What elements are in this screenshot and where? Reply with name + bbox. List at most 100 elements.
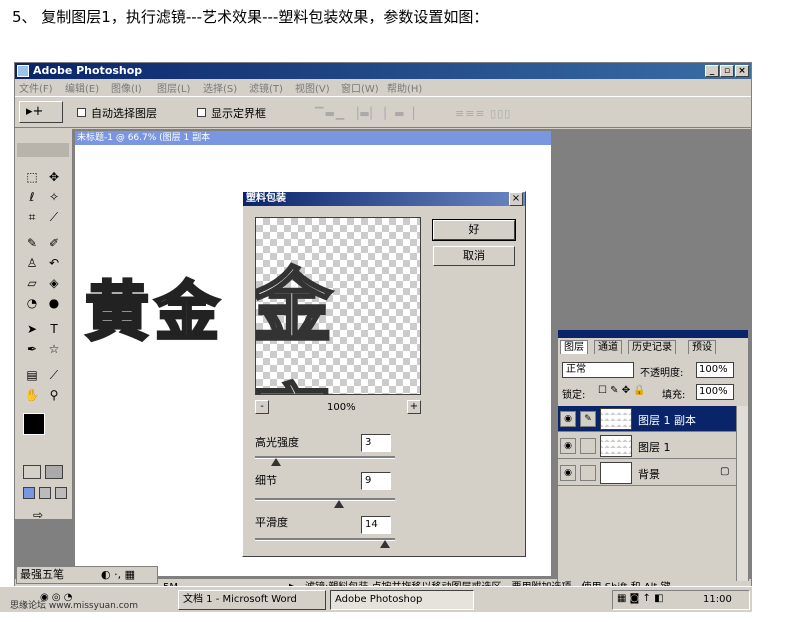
ok-button[interactable]: 好 bbox=[432, 219, 516, 241]
menu-edit[interactable]: 编辑(E) bbox=[65, 80, 99, 95]
highlight-strength-input[interactable]: 3 bbox=[361, 434, 391, 452]
lasso-tool-icon[interactable]: ℓ bbox=[23, 189, 41, 205]
clone-stamp-tool-icon[interactable]: ♙ bbox=[23, 255, 41, 271]
magic-wand-tool-icon[interactable]: ✧ bbox=[45, 189, 63, 205]
filter-preview[interactable]: 金 字 bbox=[255, 217, 421, 395]
marquee-tool-icon[interactable]: ⬚ bbox=[23, 169, 41, 185]
standard-mode-icon[interactable] bbox=[23, 465, 41, 479]
paint-bucket-tool-icon[interactable]: ◈ bbox=[45, 275, 63, 291]
workspace: ⬚ ✥ ℓ ✧ ⌗ ⟋ ✎ ✐ ♙ ↶ ▱ ◈ ◔ ● ➤ T ✒ ☆ ▤ ⟋ … bbox=[15, 129, 751, 599]
move-tool-preset-button[interactable]: ▸+ bbox=[19, 101, 63, 123]
options-bar: ▸+ 自动选择图层 显示定界框 ▔▬▁ ▕▬▏ ▏▬▕ ≡≡≡ ▯▯▯ bbox=[15, 96, 751, 128]
ime-mode-icons[interactable]: ◐ ·, ▦ bbox=[101, 567, 135, 583]
smoothness-input[interactable]: 14 bbox=[361, 516, 391, 534]
dodge-tool-icon[interactable]: ● bbox=[45, 295, 63, 311]
visibility-eye-icon[interactable]: ◉ bbox=[560, 438, 576, 454]
highlight-strength-slider-thumb[interactable] bbox=[271, 458, 281, 466]
layers-scrollbar[interactable] bbox=[736, 406, 748, 586]
tab-history[interactable]: 历史记录 bbox=[628, 340, 676, 354]
fill-label: 填充: bbox=[662, 390, 686, 401]
fullscreen-menu-mode-icon[interactable] bbox=[39, 487, 51, 499]
distribute-icons[interactable]: ≡≡≡ ▯▯▯ bbox=[455, 107, 511, 120]
tab-presets[interactable]: 预设 bbox=[688, 340, 716, 354]
layer-row[interactable]: ◉ 图层 1 bbox=[558, 433, 736, 459]
lock-icons[interactable]: ☐ ✎ ✥ 🔒 bbox=[598, 385, 646, 396]
visibility-eye-icon[interactable]: ◉ bbox=[560, 411, 576, 427]
blend-mode-select[interactable]: 正常 bbox=[562, 362, 634, 378]
ime-name: 最强五笔 bbox=[20, 568, 64, 581]
foreground-color-swatch[interactable] bbox=[23, 413, 45, 435]
tab-layers[interactable]: 图层 bbox=[560, 340, 588, 354]
path-selection-tool-icon[interactable]: ➤ bbox=[23, 321, 41, 337]
taskbar-photoshop[interactable]: Adobe Photoshop bbox=[330, 590, 474, 610]
menu-view[interactable]: 视图(V) bbox=[295, 80, 330, 95]
detail-slider[interactable] bbox=[255, 498, 395, 508]
tab-channels[interactable]: 通道 bbox=[594, 340, 622, 354]
jump-to-imageready-icon[interactable]: ⇨ bbox=[29, 507, 47, 523]
blur-tool-icon[interactable]: ◔ bbox=[23, 295, 41, 311]
menu-help[interactable]: 帮助(H) bbox=[387, 80, 422, 95]
history-brush-tool-icon[interactable]: ↶ bbox=[45, 255, 63, 271]
auto-select-layer-label: 自动选择图层 bbox=[91, 107, 157, 120]
menu-bar: 文件(F) 编辑(E) 图像(I) 图层(L) 选择(S) 滤镜(T) 视图(V… bbox=[15, 79, 751, 95]
pen-tool-icon[interactable]: ✒ bbox=[23, 341, 41, 357]
layer-name: 背景 bbox=[638, 468, 660, 481]
layer-row[interactable]: ◉ ✎ 图层 1 副本 bbox=[558, 406, 736, 432]
notes-tool-icon[interactable]: ▤ bbox=[23, 367, 41, 383]
dialog-close-icon[interactable]: × bbox=[509, 192, 523, 206]
smoothness-slider-thumb[interactable] bbox=[380, 540, 391, 548]
menu-filter[interactable]: 滤镜(T) bbox=[249, 80, 283, 95]
lock-icon: ▢ bbox=[720, 466, 730, 477]
detail-input[interactable]: 9 bbox=[361, 472, 391, 490]
taskbar-word[interactable]: 文档 1 - Microsoft Word bbox=[178, 590, 326, 610]
highlight-strength-slider[interactable] bbox=[255, 456, 395, 466]
menu-window[interactable]: 窗口(W) bbox=[341, 80, 379, 95]
photoshop-logo-icon bbox=[17, 65, 29, 77]
app-titlebar: Adobe Photoshop bbox=[15, 63, 751, 79]
menu-file[interactable]: 文件(F) bbox=[19, 80, 53, 95]
plastic-wrap-dialog: 塑料包装 × 金 字 - 100% + 好 取消 高光强度 3 细节 9 平滑度… bbox=[242, 191, 526, 557]
menu-select[interactable]: 选择(S) bbox=[203, 80, 237, 95]
zoom-in-button[interactable]: + bbox=[407, 400, 421, 414]
zoom-out-button[interactable]: - bbox=[255, 400, 269, 414]
minimize-button[interactable]: _ bbox=[705, 65, 719, 77]
opacity-label: 不透明度: bbox=[640, 368, 684, 379]
layer-row[interactable]: ◉ 背景 ▢ bbox=[558, 460, 736, 486]
close-button[interactable]: × bbox=[735, 65, 749, 77]
hand-tool-icon[interactable]: ✋ bbox=[23, 387, 41, 403]
fullscreen-mode-icon[interactable] bbox=[55, 487, 67, 499]
toolbox: ⬚ ✥ ℓ ✧ ⌗ ⟋ ✎ ✐ ♙ ↶ ▱ ◈ ◔ ● ➤ T ✒ ☆ ▤ ⟋ … bbox=[15, 129, 73, 522]
crop-tool-icon[interactable]: ⌗ bbox=[23, 209, 41, 225]
menu-image[interactable]: 图像(I) bbox=[111, 80, 142, 95]
type-tool-icon[interactable]: T bbox=[45, 321, 63, 337]
restore-button[interactable]: ▫ bbox=[720, 65, 734, 77]
document-title: 未标题-1 @ 66.7% (图层 1 副本 bbox=[75, 131, 551, 145]
tray-icons[interactable]: ▦ ◙ ↑ ◧ bbox=[617, 593, 664, 604]
ime-toolbar[interactable]: 最强五笔 ◐ ·, ▦ bbox=[16, 566, 158, 584]
healing-brush-tool-icon[interactable]: ✎ bbox=[23, 235, 41, 251]
menu-layer[interactable]: 图层(L) bbox=[157, 80, 190, 95]
detail-slider-thumb[interactable] bbox=[334, 500, 344, 508]
tutorial-step-heading: 5、 复制图层1，执行滤镜---艺术效果---塑料包装效果，参数设置如图： bbox=[12, 8, 489, 26]
link-brush-icon[interactable]: ✎ bbox=[580, 411, 596, 427]
slice-tool-icon[interactable]: ⟋ bbox=[45, 209, 63, 225]
cancel-button[interactable]: 取消 bbox=[433, 246, 515, 266]
fill-input[interactable]: 100% bbox=[696, 384, 734, 400]
layers-palette: 图层 通道 历史记录 预设 正常 不透明度: 100% 锁定: ☐ ✎ ✥ 🔒 … bbox=[557, 329, 749, 599]
auto-select-layer-checkbox[interactable] bbox=[77, 108, 86, 117]
eyedropper-tool-icon[interactable]: ⟋ bbox=[45, 367, 63, 383]
screen-mode-icon[interactable] bbox=[23, 487, 35, 499]
eraser-tool-icon[interactable]: ▱ bbox=[23, 275, 41, 291]
show-bounding-box-checkbox[interactable] bbox=[197, 108, 206, 117]
move-tool-icon[interactable]: ✥ bbox=[45, 169, 63, 185]
brush-tool-icon[interactable]: ✐ bbox=[45, 235, 63, 251]
link-icon[interactable] bbox=[580, 465, 596, 481]
link-icon[interactable] bbox=[580, 438, 596, 454]
zoom-tool-icon[interactable]: ⚲ bbox=[45, 387, 63, 403]
opacity-input[interactable]: 100% bbox=[696, 362, 734, 378]
align-icons[interactable]: ▔▬▁ ▕▬▏ ▏▬▕ bbox=[315, 107, 415, 120]
smoothness-slider[interactable] bbox=[255, 538, 395, 548]
visibility-eye-icon[interactable]: ◉ bbox=[560, 465, 576, 481]
quick-mask-mode-icon[interactable] bbox=[45, 465, 63, 479]
shape-tool-icon[interactable]: ☆ bbox=[45, 341, 63, 357]
